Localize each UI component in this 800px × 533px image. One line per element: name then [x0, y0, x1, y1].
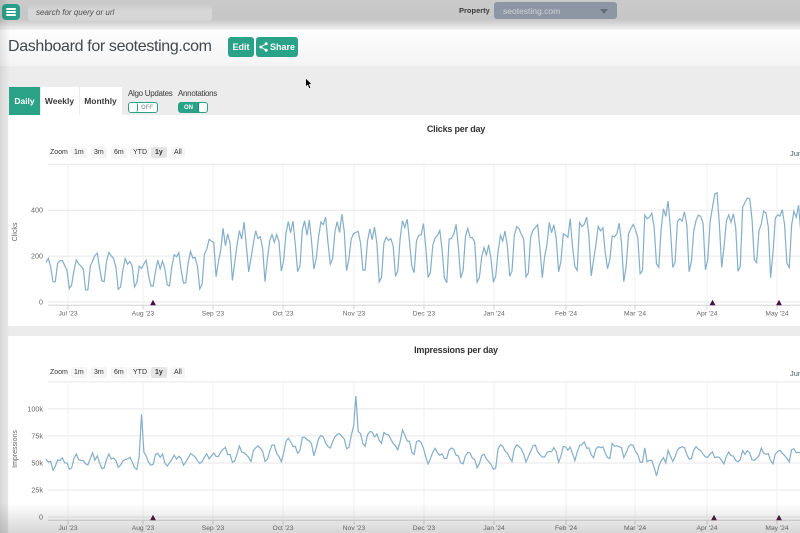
- svg-text:100k: 100k: [27, 404, 43, 413]
- svg-text:Mar '24: Mar '24: [624, 311, 646, 318]
- svg-text:Dec '23: Dec '23: [413, 311, 436, 318]
- svg-text:Oct '23: Oct '23: [273, 311, 294, 318]
- svg-text:Feb '24: Feb '24: [555, 311, 577, 318]
- svg-text:Sep '23: Sep '23: [202, 311, 225, 318]
- svg-text:400: 400: [31, 206, 43, 215]
- svg-text:Aug '23: Aug '23: [132, 311, 155, 318]
- svg-text:Feb '24: Feb '24: [555, 525, 577, 532]
- svg-text:50k: 50k: [31, 458, 43, 467]
- svg-text:0: 0: [39, 297, 43, 306]
- svg-text:Mar '24: Mar '24: [624, 525, 646, 532]
- svg-text:Apr '24: Apr '24: [697, 525, 718, 532]
- svg-text:Impressions: Impressions: [12, 430, 19, 468]
- svg-text:May '24: May '24: [765, 311, 788, 318]
- svg-text:25k: 25k: [31, 485, 43, 494]
- svg-text:Nov '23: Nov '23: [343, 311, 366, 318]
- svg-text:Apr '24: Apr '24: [697, 311, 718, 318]
- svg-text:Jan '24: Jan '24: [483, 525, 505, 532]
- svg-text:Jul '23: Jul '23: [58, 525, 77, 532]
- svg-text:Aug '23: Aug '23: [132, 525, 155, 532]
- svg-text:Sep '23: Sep '23: [202, 525, 225, 532]
- svg-text:200: 200: [31, 252, 43, 261]
- svg-text:May '24: May '24: [765, 525, 788, 532]
- svg-text:Jul '23: Jul '23: [58, 311, 77, 318]
- svg-text:75k: 75k: [31, 431, 43, 440]
- svg-text:Nov '23: Nov '23: [343, 525, 366, 532]
- svg-text:Clicks: Clicks: [12, 222, 19, 241]
- svg-text:Oct '23: Oct '23: [273, 525, 294, 532]
- svg-text:0: 0: [39, 512, 43, 521]
- svg-text:Dec '23: Dec '23: [413, 525, 436, 532]
- svg-text:Jan '24: Jan '24: [483, 311, 505, 318]
